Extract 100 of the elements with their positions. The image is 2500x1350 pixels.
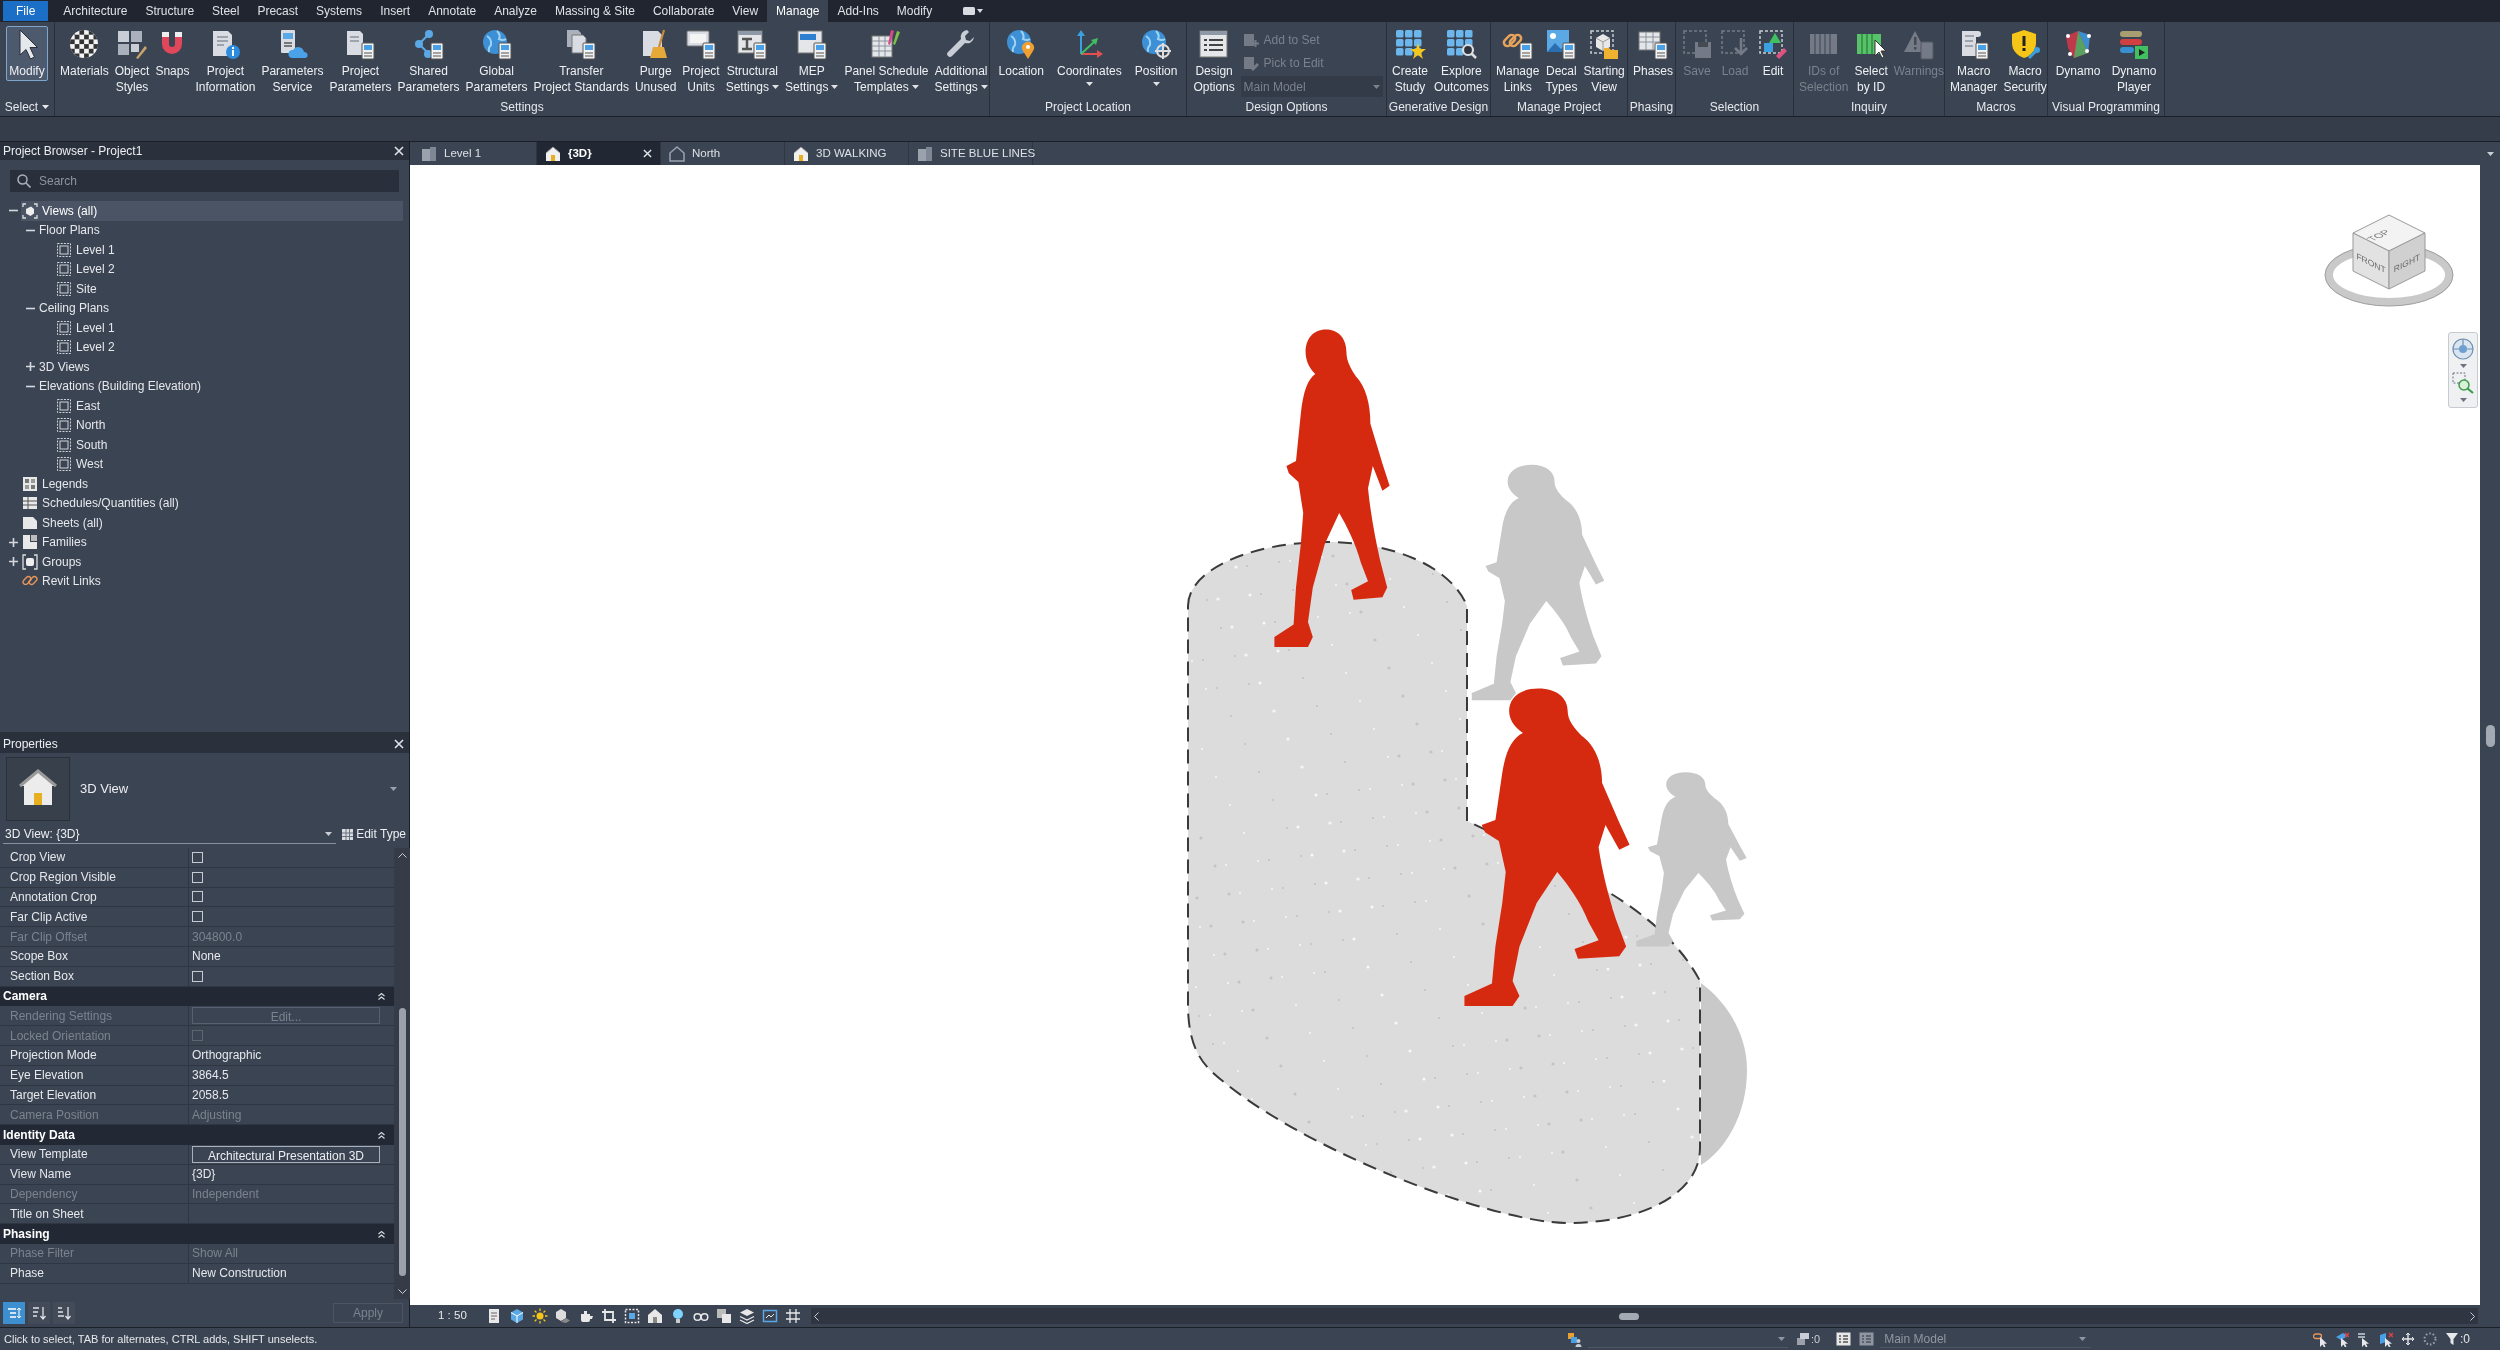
stacked-blocks-icon[interactable] — [1796, 1332, 1810, 1346]
collapse-chevrons-icon[interactable] — [378, 1131, 385, 1139]
tree-item[interactable]: Sheets (all) — [21, 513, 403, 533]
ribbon-button[interactable]: Global Parameters — [462, 26, 531, 97]
instance-selector[interactable]: 3D View: {3D} — [3, 824, 337, 844]
ribbon-tab[interactable]: Annotate — [419, 0, 486, 22]
ribbon-button[interactable]: Dynamo — [2052, 26, 2104, 81]
document-tab[interactable]: {3D} — [537, 142, 661, 165]
layers-icon[interactable] — [739, 1308, 755, 1324]
ribbon-tab[interactable]: Architecture — [54, 0, 137, 22]
steering-wheel-icon[interactable] — [2452, 338, 2474, 360]
ribbon-tab[interactable]: Add-Ins — [828, 0, 888, 22]
list-icon[interactable] — [1859, 1332, 1875, 1346]
expand-icon[interactable] — [8, 537, 18, 547]
search-field[interactable]: Search — [10, 170, 399, 192]
ribbon-button[interactable]: Materials — [57, 26, 112, 81]
crop-frame-icon[interactable] — [624, 1308, 640, 1324]
tree-item[interactable]: Site — [55, 279, 403, 299]
ribbon-button[interactable]: Modify — [6, 26, 48, 81]
ribbon-button[interactable]: Project Parameters — [326, 26, 395, 97]
close-icon[interactable] — [394, 739, 404, 749]
ribbon-tab[interactable]: Precast — [248, 0, 308, 22]
ribbon-tab[interactable]: Systems — [307, 0, 372, 22]
tree-item[interactable]: Families — [21, 532, 403, 552]
tree-item[interactable]: Schedules/Quantities (all) — [21, 493, 403, 513]
ribbon-button[interactable]: Explore Outcomes — [1431, 26, 1492, 97]
cube-face-label[interactable]: TOP — [2364, 228, 2393, 243]
tree-item[interactable]: Elevations (Building Elevation) — [38, 376, 403, 396]
ribbon-button[interactable]: MEP Settings — [782, 26, 842, 97]
person-silhouette[interactable] — [1464, 688, 1630, 1006]
ribbon-tab[interactable]: Structure — [136, 0, 204, 22]
ribbon-button[interactable]: Project Information — [192, 26, 259, 97]
ribbon-button[interactable]: Purge Unused — [631, 26, 680, 97]
chevron-up-icon[interactable] — [397, 853, 407, 858]
expand-icon[interactable] — [8, 557, 18, 567]
scroll-thumb[interactable] — [1619, 1312, 1639, 1320]
ribbon-button[interactable]: Macro Security — [2000, 26, 2050, 97]
tree-item[interactable]: Groups — [21, 552, 403, 572]
ribbon-tab[interactable]: Massing & Site — [545, 0, 644, 22]
chevron-left-icon[interactable] — [814, 1311, 819, 1321]
tree-item[interactable]: Revit Links — [21, 571, 403, 591]
tree-item[interactable]: Floor Plans — [38, 220, 403, 240]
ribbon-button[interactable]: Phases — [1630, 26, 1677, 81]
ribbon-tab[interactable]: Manage — [767, 0, 829, 22]
tree-item[interactable]: Ceiling Plans — [38, 298, 403, 318]
ribbon-button[interactable]: Macro Manager — [1947, 26, 2001, 97]
lightbulb-icon[interactable] — [670, 1308, 686, 1324]
cube-icon[interactable] — [509, 1308, 525, 1324]
ribbon-button[interactable]: Position — [1131, 26, 1181, 88]
scroll-bar[interactable] — [811, 1308, 2478, 1324]
ribbon-button[interactable]: Project Units — [679, 26, 723, 97]
mug-icon[interactable] — [578, 1308, 594, 1324]
ribbon-button[interactable]: Decal Types — [1542, 26, 1581, 97]
tree-item[interactable]: Level 1 — [55, 318, 403, 338]
person-silhouette[interactable] — [1274, 329, 1390, 647]
tree-item[interactable]: Views (all) — [21, 201, 403, 221]
chevron-right-icon[interactable] — [2470, 1311, 2475, 1321]
ribbon-button[interactable]: Manage Links — [1493, 26, 1543, 97]
ribbon-button[interactable]: Coordinates — [1053, 26, 1125, 88]
list-icon[interactable] — [1836, 1332, 1852, 1346]
collapse-chevrons-icon[interactable] — [378, 992, 385, 1000]
tree-item[interactable]: Level 1 — [55, 240, 403, 260]
tree-item[interactable]: Level 2 — [55, 337, 403, 357]
scroll-bar[interactable] — [394, 848, 410, 1299]
chain-cursor-icon[interactable] — [2313, 1331, 2327, 1347]
sort-button[interactable] — [3, 1302, 25, 1324]
ribbon-tab[interactable]: Collaborate — [643, 0, 724, 22]
cursor-bars-icon[interactable] — [2357, 1331, 2371, 1347]
property-button[interactable]: Architectural Presentation 3D — [192, 1145, 380, 1163]
grid-lines-icon[interactable] — [785, 1308, 801, 1324]
ribbon-button[interactable]: Shared Parameters — [394, 26, 463, 97]
dotted-circle-icon[interactable] — [2423, 1331, 2437, 1347]
ribbon-button[interactable]: Object Styles — [111, 26, 153, 97]
ribbon-button[interactable]: Dynamo Player — [2108, 26, 2160, 97]
sort-button[interactable] — [53, 1302, 75, 1324]
move-arrows-icon[interactable] — [2401, 1331, 2415, 1347]
zoom-window-icon[interactable] — [2452, 372, 2474, 394]
checkbox[interactable] — [192, 911, 203, 923]
overlapping-squares-icon[interactable] — [716, 1308, 732, 1324]
stepped-platform[interactable] — [1187, 541, 1701, 1224]
ribbon-button[interactable]: Edit — [1754, 26, 1792, 81]
cursor-cross-icon[interactable] — [2335, 1331, 2349, 1347]
page-icon[interactable] — [486, 1308, 502, 1324]
people-blocks-icon[interactable] — [1567, 1331, 1582, 1347]
tree-item[interactable]: West — [55, 454, 403, 474]
checkbox[interactable] — [192, 970, 203, 982]
tree-item[interactable]: South — [55, 435, 403, 455]
expand-icon[interactable] — [25, 362, 35, 372]
checkbox[interactable] — [192, 851, 203, 863]
scroll-thumb[interactable] — [2485, 725, 2495, 747]
ribbon-button[interactable]: Design Options — [1190, 26, 1238, 97]
crop-icon[interactable] — [601, 1308, 617, 1324]
checkbox[interactable] — [192, 891, 203, 903]
ribbon-button[interactable]: Select by ID — [1851, 26, 1891, 97]
tree-item[interactable]: Level 2 — [55, 259, 403, 279]
checkbox[interactable] — [192, 871, 203, 883]
group-header[interactable]: Camera — [3, 987, 48, 1006]
ribbon-tab[interactable]: Modify — [887, 0, 942, 22]
collapse-chevrons-icon[interactable] — [378, 1230, 385, 1238]
ribbon-tab[interactable]: Analyze — [485, 0, 546, 22]
